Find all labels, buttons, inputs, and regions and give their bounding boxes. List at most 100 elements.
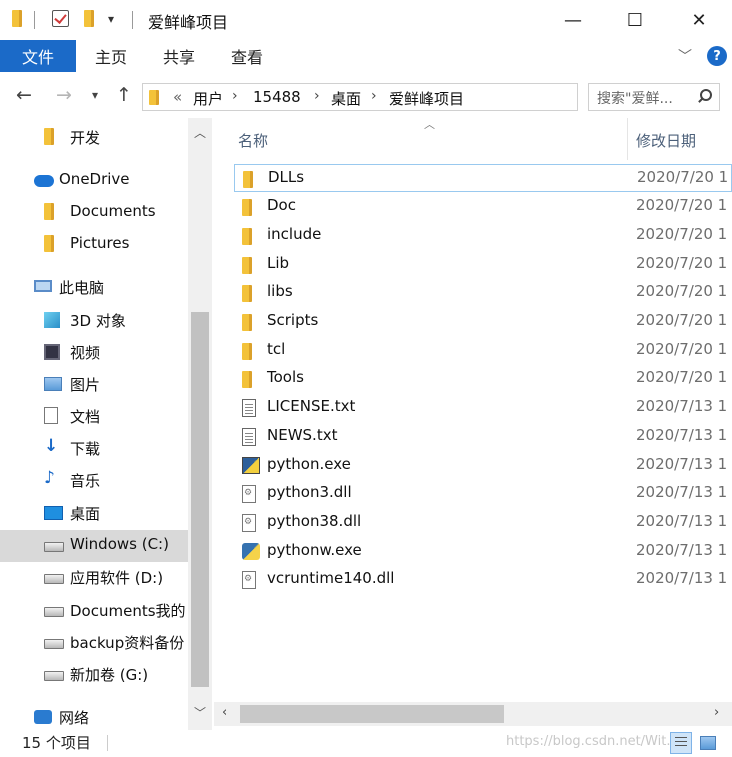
search-input[interactable]: 搜索"爱鲜... bbox=[588, 83, 720, 111]
scroll-right-chevron-icon[interactable]: › bbox=[714, 705, 719, 720]
nav-item-label: 文档 bbox=[70, 408, 101, 426]
download-arrow-icon: ↓ bbox=[44, 436, 59, 456]
nav-item-this-pc[interactable]: 此电脑 bbox=[0, 272, 188, 302]
dll-file-icon bbox=[242, 514, 256, 533]
file-row-scripts[interactable]: Scripts 2020/7/20 1 bbox=[234, 308, 732, 336]
file-row-news[interactable]: NEWS.txt 2020/7/13 1 bbox=[234, 423, 732, 451]
file-name: python.exe bbox=[267, 455, 351, 473]
nav-item-network[interactable]: 网络 bbox=[0, 702, 188, 732]
nav-item-desktop[interactable]: 桌面 bbox=[0, 498, 188, 528]
ribbon-tabs: 文件 主页 共享 查看 ﹀ ? bbox=[0, 40, 732, 74]
nav-item-label: 应用软件 (D:) bbox=[70, 569, 164, 587]
nav-scroll-thumb[interactable] bbox=[191, 312, 209, 687]
file-row-doc[interactable]: Doc 2020/7/20 1 bbox=[234, 193, 732, 221]
breadcrumb-current-folder[interactable]: 爱鲜峰项目 bbox=[389, 88, 464, 109]
horizontal-scroll-thumb[interactable] bbox=[240, 705, 504, 723]
tab-file[interactable]: 文件 bbox=[0, 40, 76, 72]
properties-checkmark-icon[interactable] bbox=[52, 10, 69, 27]
file-row-python38-dll[interactable]: python38.dll 2020/7/13 1 bbox=[234, 509, 732, 537]
up-arrow-icon[interactable]: ↑ bbox=[116, 84, 132, 106]
file-row-dlls[interactable]: DLLs 2020/7/20 1 bbox=[234, 164, 732, 192]
tab-view[interactable]: 查看 bbox=[216, 40, 278, 72]
nav-item-onedrive-documents[interactable]: Documents bbox=[0, 197, 188, 227]
file-row-tools[interactable]: Tools 2020/7/20 1 bbox=[234, 365, 732, 393]
large-icons-view-icon[interactable] bbox=[697, 733, 719, 753]
nav-item-documents[interactable]: 文档 bbox=[0, 401, 188, 431]
item-count: 15 个项目 bbox=[22, 734, 91, 752]
search-icon[interactable] bbox=[697, 88, 712, 102]
nav-item-drive-d[interactable]: 应用软件 (D:) bbox=[0, 562, 188, 592]
file-row-tcl[interactable]: tcl 2020/7/20 1 bbox=[234, 337, 732, 365]
breadcrumb-desktop[interactable]: 桌面 bbox=[331, 88, 361, 109]
tab-share[interactable]: 共享 bbox=[148, 40, 210, 72]
back-arrow-icon[interactable]: ← bbox=[16, 84, 32, 106]
nav-item-music[interactable]: ♪ 音乐 bbox=[0, 465, 188, 495]
file-row-license[interactable]: LICENSE.txt 2020/7/13 1 bbox=[234, 394, 732, 422]
forward-arrow-icon[interactable]: → bbox=[56, 84, 72, 106]
file-date: 2020/7/20 1 bbox=[636, 311, 728, 329]
nav-item-videos[interactable]: 视频 bbox=[0, 337, 188, 367]
video-icon bbox=[44, 343, 60, 360]
title-bar: ▾ 爱鲜峰项目 — ☐ ✕ bbox=[0, 0, 732, 40]
breadcrumb-user-15488[interactable]: 15488 bbox=[253, 88, 301, 106]
minimize-button[interactable]: — bbox=[550, 0, 596, 40]
nav-item-pictures[interactable]: 图片 bbox=[0, 369, 188, 399]
file-name: Scripts bbox=[267, 311, 319, 329]
file-date: 2020/7/20 1 bbox=[636, 340, 728, 358]
nav-item-onedrive-pictures[interactable]: Pictures bbox=[0, 229, 188, 259]
nav-item-drive-c[interactable]: Windows (C:) bbox=[0, 530, 188, 562]
tab-home[interactable]: 主页 bbox=[80, 40, 142, 72]
file-row-vcruntime140-dll[interactable]: vcruntime140.dll 2020/7/13 1 bbox=[234, 566, 732, 594]
file-row-pythonw-exe[interactable]: pythonw.exe 2020/7/13 1 bbox=[234, 538, 732, 566]
scroll-up-chevron-icon[interactable]: ︿ bbox=[194, 124, 206, 141]
nav-item-onedrive[interactable]: OneDrive bbox=[0, 165, 188, 195]
address-bar[interactable]: « 用户 › 15488 › 桌面 › 爱鲜峰项目 ⌄ ↻ bbox=[142, 83, 715, 111]
nav-item-label: 3D 对象 bbox=[70, 312, 126, 330]
column-header-name[interactable]: 名称 bbox=[238, 130, 268, 151]
breadcrumb-users[interactable]: 用户 bbox=[193, 88, 223, 109]
folder-window-icon bbox=[12, 10, 22, 27]
new-folder-icon[interactable] bbox=[84, 10, 94, 27]
file-date: 2020/7/13 1 bbox=[636, 483, 728, 501]
expand-ribbon-chevron-icon[interactable]: ﹀ bbox=[678, 46, 692, 66]
quick-access-dropdown-icon[interactable]: ▾ bbox=[108, 12, 114, 26]
file-date: 2020/7/20 1 bbox=[636, 254, 728, 272]
chevron-right-icon[interactable]: › bbox=[371, 88, 377, 104]
nav-item-3d-objects[interactable]: 3D 对象 bbox=[0, 305, 188, 335]
window-title: 爱鲜峰项目 bbox=[148, 13, 229, 32]
scroll-down-chevron-icon[interactable]: ﹀ bbox=[194, 704, 206, 721]
folder-icon bbox=[242, 257, 252, 274]
close-button[interactable]: ✕ bbox=[676, 0, 722, 40]
status-separator bbox=[107, 735, 108, 751]
breadcrumb-overflow[interactable]: « bbox=[173, 88, 182, 106]
file-row-lib[interactable]: Lib 2020/7/20 1 bbox=[234, 251, 732, 279]
music-note-icon: ♪ bbox=[44, 468, 55, 488]
column-header-date-modified[interactable]: 修改日期 bbox=[636, 130, 696, 151]
folder-icon bbox=[242, 314, 252, 331]
nav-item-drive-backup[interactable]: backup资料备份 bbox=[0, 627, 188, 657]
nav-item-drive-g[interactable]: 新加卷 (G:) bbox=[0, 659, 188, 689]
horizontal-scrollbar[interactable]: ‹ › bbox=[214, 702, 732, 726]
nav-item-drive-documents[interactable]: Documents我的 bbox=[0, 595, 188, 625]
nav-item-downloads[interactable]: ↓ 下载 bbox=[0, 433, 188, 463]
help-button[interactable]: ? bbox=[707, 46, 727, 66]
file-row-python-exe[interactable]: python.exe 2020/7/13 1 bbox=[234, 452, 732, 480]
file-row-python3-dll[interactable]: python3.dll 2020/7/13 1 bbox=[234, 480, 732, 508]
recent-locations-chevron-icon[interactable]: ▾ bbox=[92, 88, 98, 102]
maximize-button[interactable]: ☐ bbox=[612, 0, 658, 40]
nav-pane-scrollbar[interactable]: ︿ ﹀ bbox=[188, 118, 212, 730]
scroll-left-chevron-icon[interactable]: ‹ bbox=[222, 705, 227, 720]
status-bar: 15 个项目 https://blog.csdn.net/Wit... bbox=[0, 730, 732, 757]
file-date: 2020/7/20 1 bbox=[636, 282, 728, 300]
file-name: tcl bbox=[267, 340, 286, 358]
nav-item-dev[interactable]: 开发 bbox=[0, 122, 188, 152]
file-name: python38.dll bbox=[267, 512, 362, 530]
chevron-right-icon[interactable]: › bbox=[232, 88, 238, 104]
file-row-include[interactable]: include 2020/7/20 1 bbox=[234, 222, 732, 250]
nav-item-label: backup资料备份 bbox=[70, 634, 185, 652]
chevron-right-icon[interactable]: › bbox=[314, 88, 320, 104]
file-row-libs[interactable]: libs 2020/7/20 1 bbox=[234, 279, 732, 307]
folder-icon bbox=[242, 199, 252, 216]
column-divider[interactable] bbox=[627, 118, 628, 160]
details-view-icon[interactable] bbox=[670, 732, 692, 754]
